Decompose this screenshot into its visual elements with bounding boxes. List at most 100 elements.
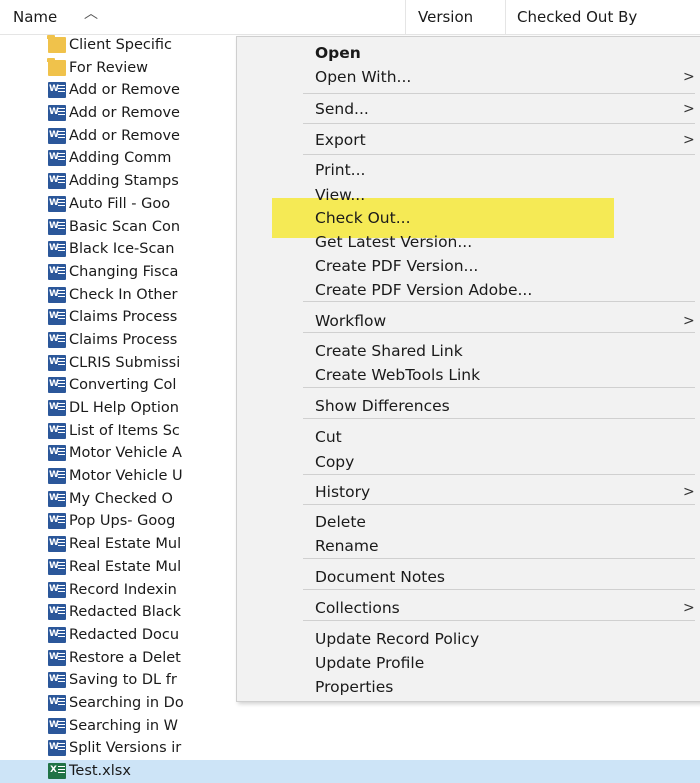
file-name: Motor Vehicle A — [69, 445, 182, 462]
folder-icon — [47, 35, 66, 53]
file-name: My Checked O — [69, 490, 173, 507]
word-file-icon — [48, 354, 66, 371]
file-name: Redacted Black — [69, 604, 182, 621]
word-file-icon — [48, 263, 66, 280]
submenu-arrow-icon: > — [683, 69, 695, 85]
folder-icon — [47, 57, 66, 76]
menu-separator — [303, 589, 695, 590]
word-file-icon — [48, 558, 66, 575]
word-file-icon — [48, 694, 66, 711]
submenu-arrow-icon: > — [683, 313, 695, 329]
file-name: Record Indexin — [69, 581, 177, 598]
word-file-icon — [48, 604, 66, 621]
menu-item-copy[interactable]: Copy — [315, 450, 354, 474]
file-name: Black Ice-Scan — [69, 241, 175, 258]
menu-separator — [303, 418, 695, 419]
menu-item-workflow[interactable]: Workflow — [315, 309, 386, 333]
word-file-icon — [48, 649, 66, 666]
menu-item-rename[interactable]: Rename — [315, 534, 379, 558]
word-file-icon — [48, 173, 66, 190]
word-file-icon — [48, 218, 66, 235]
word-file-icon — [48, 581, 66, 598]
column-header-checked-out-by[interactable]: Checked Out By — [517, 0, 637, 34]
word-file-icon — [48, 286, 66, 303]
context-menu: Open Open With... > Send... > Export > Print...… — [236, 36, 700, 702]
file-name: Add or Remove — [69, 105, 180, 122]
file-name: Test.xlsx — [69, 763, 131, 779]
menu-item-create-pdf-version[interactable]: Create PDF Version... — [315, 254, 478, 278]
file-row[interactable]: Searching in W — [0, 715, 700, 738]
word-file-icon — [48, 490, 66, 507]
word-file-icon — [48, 513, 66, 530]
menu-separator — [303, 332, 695, 333]
excel-file-icon — [48, 763, 66, 779]
file-row[interactable]: Split Versions ir — [0, 737, 700, 760]
word-file-icon — [48, 331, 66, 348]
menu-item-cut[interactable]: Cut — [315, 425, 342, 449]
word-file-icon — [48, 672, 66, 689]
menu-item-view[interactable]: View... — [315, 183, 365, 207]
submenu-arrow-icon: > — [683, 132, 695, 148]
menu-item-document-notes[interactable]: Document Notes — [315, 565, 445, 589]
menu-separator — [303, 620, 695, 621]
file-name: Pop Ups- Goog — [69, 513, 176, 530]
file-name: Adding Stamps — [69, 173, 179, 190]
word-file-icon — [48, 195, 66, 212]
word-file-icon — [48, 309, 66, 326]
submenu-arrow-icon: > — [683, 600, 695, 616]
menu-item-create-shared-link[interactable]: Create Shared Link — [315, 339, 463, 363]
word-file-icon — [48, 127, 66, 144]
menu-item-collections[interactable]: Collections — [315, 596, 400, 620]
file-name: Check In Other — [69, 286, 178, 303]
menu-item-check-out[interactable]: Check Out... — [315, 206, 411, 230]
file-name: Claims Process — [69, 309, 178, 326]
word-file-icon — [48, 150, 66, 167]
column-header-version[interactable]: Version — [418, 0, 473, 34]
menu-separator — [303, 387, 695, 388]
menu-item-update-record-policy[interactable]: Update Record Policy — [315, 627, 479, 651]
menu-separator — [303, 123, 695, 124]
file-name: CLRIS Submissi — [69, 354, 181, 371]
file-name: Searching in Do — [69, 694, 184, 711]
file-name: Searching in W — [69, 717, 179, 734]
file-name: DL Help Option — [69, 400, 179, 416]
menu-item-update-profile[interactable]: Update Profile — [315, 651, 424, 675]
menu-item-create-webtools-link[interactable]: Create WebTools Link — [315, 363, 480, 387]
sort-ascending-icon: ︿ — [84, 6, 98, 22]
menu-item-properties[interactable]: Properties — [315, 675, 393, 699]
menu-separator — [303, 154, 695, 155]
word-file-icon — [48, 400, 66, 416]
word-file-icon — [48, 422, 66, 439]
file-name: Client Specific — [69, 37, 173, 53]
file-name: Auto Fill - Goo — [69, 195, 171, 212]
menu-item-send[interactable]: Send... — [315, 97, 369, 121]
menu-separator — [303, 504, 695, 505]
menu-item-export[interactable]: Export — [315, 128, 366, 152]
menu-item-create-pdf-version-adobe[interactable]: Create PDF Version Adobe... — [315, 278, 532, 302]
menu-item-history[interactable]: History — [315, 480, 370, 504]
menu-item-print[interactable]: Print... — [315, 158, 365, 182]
submenu-arrow-icon: > — [683, 101, 695, 117]
word-file-icon — [48, 536, 66, 553]
menu-item-open[interactable]: Open — [315, 41, 361, 65]
file-name: Real Estate Mul — [69, 558, 182, 575]
word-file-icon — [48, 445, 66, 462]
menu-item-delete[interactable]: Delete — [315, 510, 366, 534]
file-name: Basic Scan Con — [69, 218, 181, 235]
menu-item-get-latest-version[interactable]: Get Latest Version... — [315, 230, 472, 254]
menu-item-show-differences[interactable]: Show Differences — [315, 394, 450, 418]
column-header-name[interactable]: Name — [13, 0, 57, 34]
file-row[interactable]: Test.xlsx — [0, 760, 700, 783]
file-name: For Review — [69, 59, 148, 76]
file-name: Adding Comm — [69, 150, 172, 167]
file-name: Claims Process — [69, 331, 178, 348]
menu-separator — [303, 558, 695, 559]
menu-item-open-with[interactable]: Open With... — [315, 65, 411, 89]
column-divider[interactable] — [505, 0, 506, 34]
word-file-icon — [48, 740, 66, 757]
column-divider[interactable] — [405, 0, 406, 34]
word-file-icon — [48, 717, 66, 734]
word-file-icon — [48, 82, 66, 99]
file-name: Add or Remove — [69, 127, 180, 144]
menu-separator — [303, 474, 695, 475]
